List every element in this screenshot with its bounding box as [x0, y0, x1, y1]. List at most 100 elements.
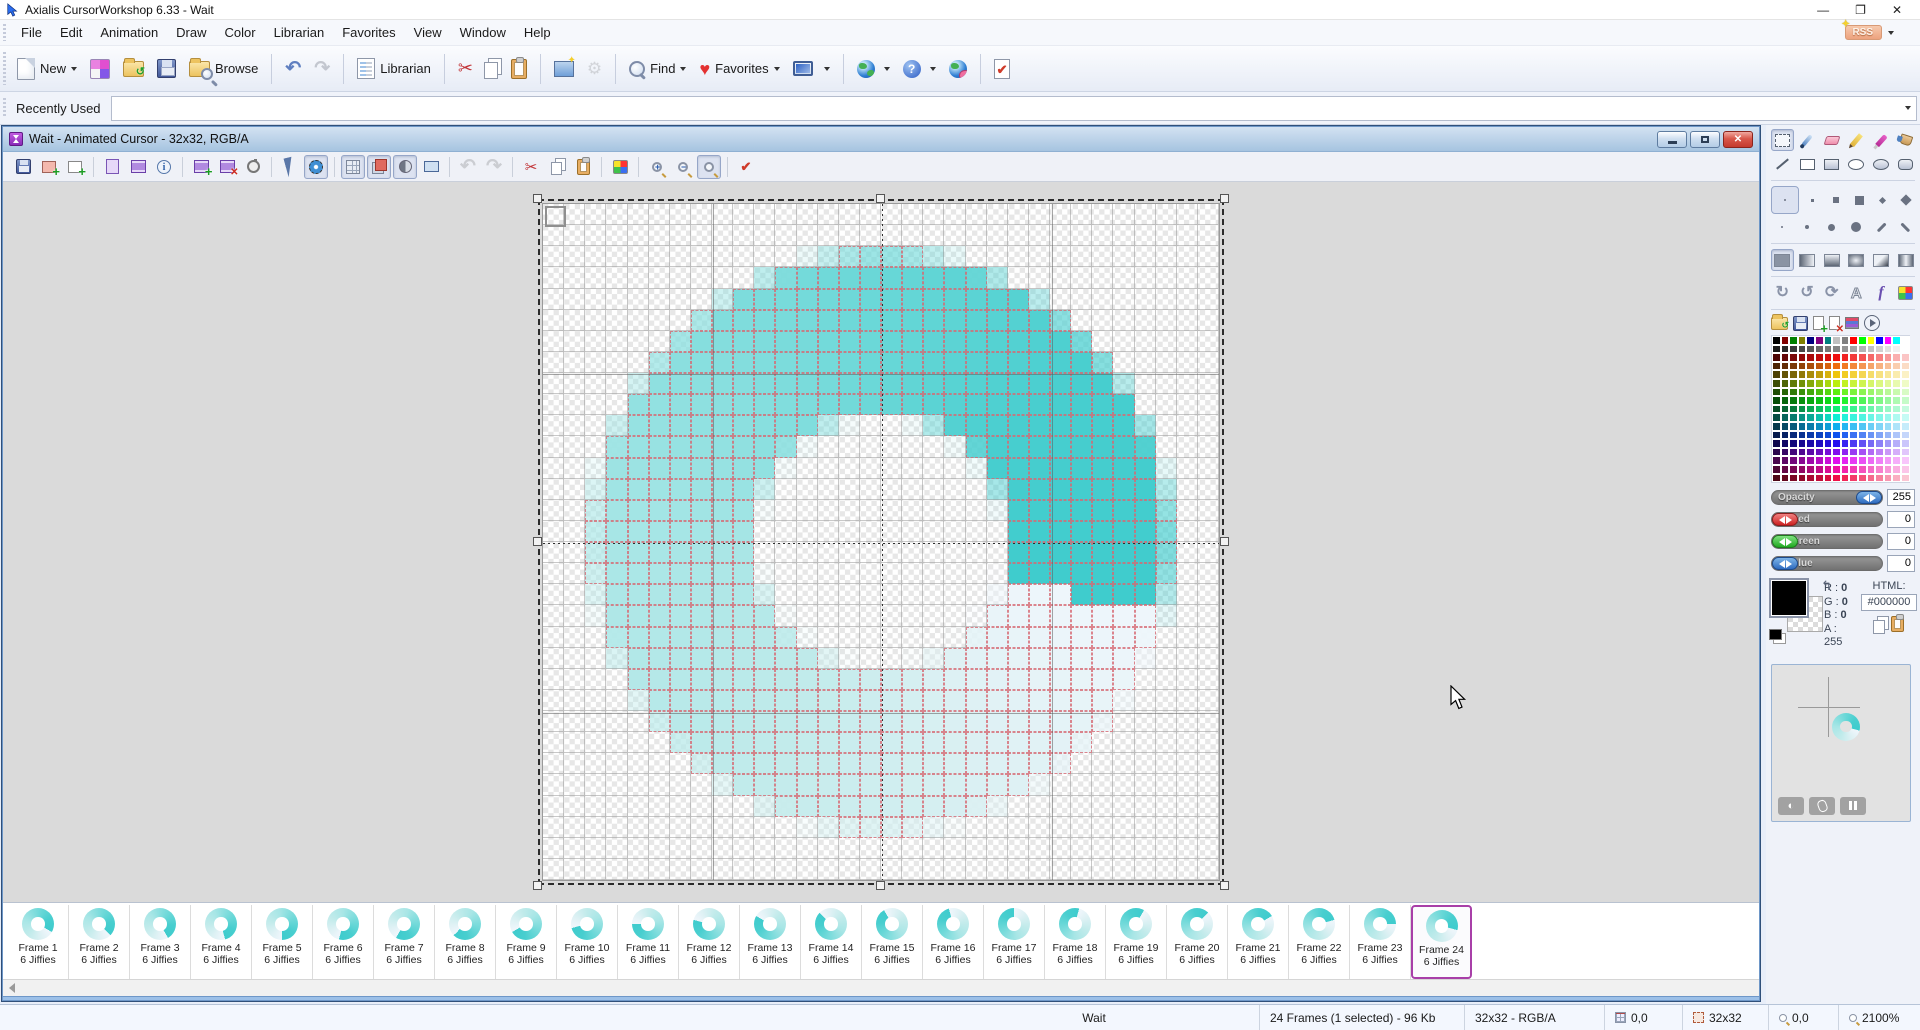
pixel-cell[interactable] — [966, 394, 987, 415]
pixel-cell[interactable] — [839, 627, 860, 648]
recently-used-combobox[interactable] — [111, 96, 1917, 121]
palette-color[interactable] — [1772, 353, 1781, 362]
palette-color[interactable] — [1867, 422, 1876, 431]
selection-handle[interactable] — [533, 537, 542, 546]
pixel-cell[interactable] — [818, 859, 839, 880]
pixel-cell[interactable] — [712, 690, 733, 711]
pixel-cell[interactable] — [923, 289, 944, 310]
pixel-cell[interactable] — [1050, 605, 1071, 626]
pixel-cell[interactable] — [775, 690, 796, 711]
palette-color[interactable] — [1849, 456, 1858, 465]
pixel-cell[interactable] — [839, 458, 860, 479]
pixel-cell[interactable] — [1156, 458, 1177, 479]
pixel-cell[interactable] — [606, 774, 627, 795]
pixel-cell[interactable] — [691, 394, 712, 415]
pixel-cell[interactable] — [1092, 500, 1113, 521]
pixel-cell[interactable] — [606, 225, 627, 246]
pixel-cell[interactable] — [1071, 225, 1092, 246]
palette-color[interactable] — [1841, 465, 1850, 474]
pixel-cell[interactable] — [881, 774, 902, 795]
pixel-cell[interactable] — [818, 732, 839, 753]
palette-color[interactable] — [1867, 396, 1876, 405]
palette-color[interactable] — [1781, 336, 1790, 345]
frame-item-15[interactable]: Frame 156 Jiffies — [862, 905, 923, 979]
pixel-cell[interactable] — [797, 859, 818, 880]
pixel-cell[interactable] — [1177, 204, 1198, 225]
pixel-cell[interactable] — [881, 542, 902, 563]
palette-color[interactable] — [1789, 353, 1798, 362]
palette-color[interactable] — [1806, 353, 1815, 362]
palette-color[interactable] — [1772, 448, 1781, 457]
pixel-cell[interactable] — [1029, 563, 1050, 584]
pixel-cell[interactable] — [860, 500, 881, 521]
pixel-cell[interactable] — [1008, 225, 1029, 246]
menu-item-window[interactable]: Window — [451, 21, 515, 44]
pixel-cell[interactable] — [1135, 246, 1156, 267]
pixel-cell[interactable] — [585, 394, 606, 415]
menu-item-favorites[interactable]: Favorites — [333, 21, 404, 44]
pixel-cell[interactable] — [1156, 563, 1177, 584]
pixel-cell[interactable] — [775, 352, 796, 373]
pixel-cell[interactable] — [818, 584, 839, 605]
pixel-cell[interactable] — [1008, 584, 1029, 605]
pixel-cell[interactable] — [691, 711, 712, 732]
pixel-cell[interactable] — [1071, 436, 1092, 457]
pixel-cell[interactable] — [881, 246, 902, 267]
pixel-cell[interactable] — [775, 563, 796, 584]
pixel-cell[interactable] — [670, 436, 691, 457]
pixel-cell[interactable] — [1008, 415, 1029, 436]
tool-line[interactable] — [1771, 153, 1794, 175]
palette-color[interactable] — [1858, 362, 1867, 371]
pixel-cell[interactable] — [860, 394, 881, 415]
pixel-cell[interactable] — [670, 331, 691, 352]
fill-style-gradient-h[interactable] — [1796, 249, 1819, 271]
pixel-cell[interactable] — [902, 458, 923, 479]
copy-button[interactable] — [481, 54, 503, 83]
pixel-cell[interactable] — [691, 289, 712, 310]
pixel-cell[interactable] — [754, 479, 775, 500]
pixel-cell[interactable] — [754, 521, 775, 542]
pixel-cell[interactable] — [987, 563, 1008, 584]
palette-color[interactable] — [1815, 474, 1824, 483]
pixel-cell[interactable] — [628, 436, 649, 457]
palette-color[interactable] — [1892, 422, 1901, 431]
pixel-cell[interactable] — [1113, 415, 1134, 436]
pixel-cell[interactable] — [543, 225, 564, 246]
pixel-cell[interactable] — [585, 458, 606, 479]
pixel-cell[interactable] — [543, 352, 564, 373]
pixel-cell[interactable] — [1177, 690, 1198, 711]
pixel-cell[interactable] — [966, 267, 987, 288]
pixel-cell[interactable] — [754, 627, 775, 648]
pixel-cell[interactable] — [775, 542, 796, 563]
pixel-cell[interactable] — [1156, 394, 1177, 415]
restore-button[interactable]: ❐ — [1855, 3, 1866, 17]
pixel-cell[interactable] — [860, 458, 881, 479]
pixel-cell[interactable] — [733, 859, 754, 880]
pixel-cell[interactable] — [628, 267, 649, 288]
pixel-cell[interactable] — [543, 648, 564, 669]
pixel-cell[interactable] — [839, 352, 860, 373]
find-button[interactable]: Find — [624, 57, 691, 81]
pixel-cell[interactable] — [712, 373, 733, 394]
palette-color[interactable] — [1901, 405, 1910, 414]
pixel-cell[interactable] — [1135, 584, 1156, 605]
palette-color[interactable] — [1884, 456, 1893, 465]
pixel-cell[interactable] — [1071, 859, 1092, 880]
palette-color[interactable] — [1789, 370, 1798, 379]
pixel-cell[interactable] — [923, 310, 944, 331]
palette-color[interactable] — [1789, 379, 1798, 388]
pixel-cell[interactable] — [754, 289, 775, 310]
pixel-cell[interactable] — [966, 289, 987, 310]
pixel-cell[interactable] — [628, 648, 649, 669]
pixel-cell[interactable] — [966, 204, 987, 225]
palette-color[interactable] — [1841, 396, 1850, 405]
pixel-cell[interactable] — [691, 500, 712, 521]
pixel-cell[interactable] — [797, 774, 818, 795]
pixel-cell[interactable] — [691, 415, 712, 436]
palette-color[interactable] — [1824, 474, 1833, 483]
pixel-cell[interactable] — [860, 542, 881, 563]
brush-size-square-m[interactable] — [1825, 189, 1847, 211]
add-frame-button[interactable] — [189, 155, 213, 179]
pixel-cell[interactable] — [881, 521, 902, 542]
pixel-cell[interactable] — [839, 859, 860, 880]
